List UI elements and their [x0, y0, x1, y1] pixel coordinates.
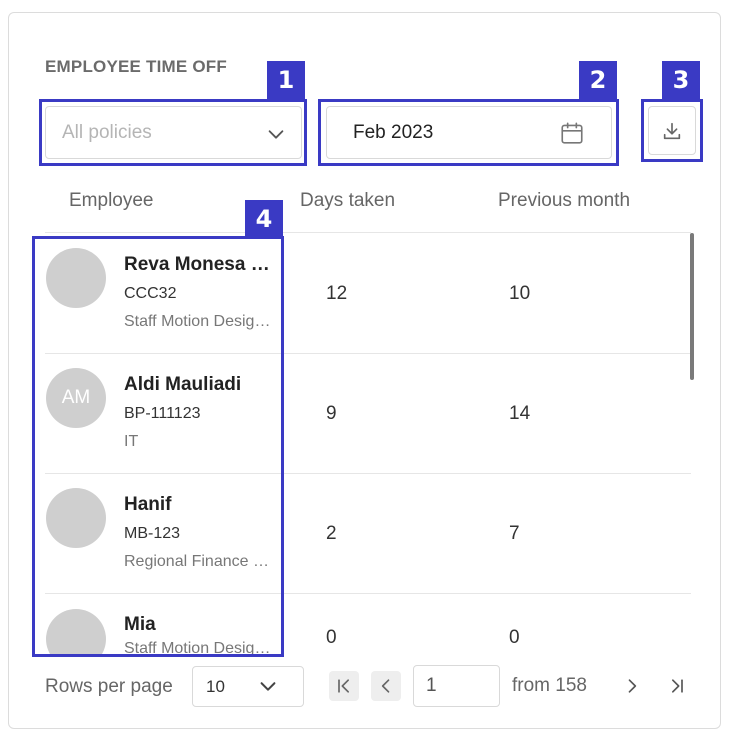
chevron-right-icon [628, 679, 637, 693]
annotation-badge-3: 3 [662, 61, 700, 99]
employee-department: IT [124, 433, 139, 450]
column-header-employee: Employee [69, 190, 154, 211]
table-header: Employee Days taken Previous month [45, 185, 691, 233]
table-row[interactable]: Mia Staff Motion Designer 0 0 [45, 594, 691, 655]
table-scrollbar[interactable] [690, 233, 694, 380]
chevron-left-icon [381, 679, 390, 693]
table-row[interactable]: Hanif MB-123 Regional Finance Manager 2 … [45, 473, 691, 594]
download-icon [663, 122, 681, 139]
employee-name: Reva Monesa Putri [124, 254, 274, 275]
total-pages-label: from 158 [512, 675, 587, 696]
avatar [46, 609, 106, 655]
annotation-badge-2: 2 [579, 61, 617, 99]
previous-month: 0 [509, 627, 520, 648]
rows-per-page-label: Rows per page [45, 676, 173, 697]
first-page-button[interactable] [329, 671, 359, 701]
employee-department: Staff Motion Designer [124, 313, 274, 330]
column-header-days-taken: Days taken [300, 190, 396, 211]
month-picker-value: Feb 2023 [353, 121, 434, 143]
avatar [46, 488, 106, 548]
days-taken: 12 [326, 283, 348, 304]
month-picker[interactable]: Feb 2023 [326, 106, 612, 159]
rows-per-page-value: 10 [206, 676, 225, 696]
prev-page-button[interactable] [371, 671, 401, 701]
export-button[interactable] [648, 106, 696, 155]
last-page-button[interactable] [662, 671, 692, 701]
employee-name: Mia [124, 614, 156, 635]
employee-code: BP-111123 [124, 405, 201, 422]
employee-department: Staff Motion Designer [124, 640, 274, 655]
policy-select[interactable]: All policies [45, 106, 302, 159]
page-number-input[interactable] [413, 665, 500, 707]
days-taken: 0 [326, 627, 337, 648]
first-page-icon [338, 679, 349, 693]
previous-month: 7 [509, 523, 520, 544]
days-taken: 2 [326, 523, 337, 544]
table-row[interactable]: Reva Monesa Putri CCC32 Staff Motion Des… [45, 233, 691, 354]
employee-name: Hanif [124, 494, 172, 515]
previous-month: 14 [509, 403, 531, 424]
table-body: Reva Monesa Putri CCC32 Staff Motion Des… [45, 233, 691, 655]
last-page-icon [672, 679, 683, 693]
avatar: AM [46, 368, 106, 428]
annotation-badge-1: 1 [267, 61, 305, 99]
next-page-button[interactable] [617, 671, 647, 701]
avatar [46, 248, 106, 308]
employee-code: MB-123 [124, 525, 181, 542]
chevron-down-icon [268, 130, 284, 139]
calendar-icon [561, 122, 583, 144]
policy-select-placeholder: All policies [62, 121, 152, 143]
table-row[interactable]: AM Aldi Mauliadi BP-111123 IT 9 14 [45, 353, 691, 474]
employee-name: Aldi Mauliadi [124, 374, 242, 395]
employee-department: Regional Finance Manager [124, 553, 274, 570]
days-taken: 9 [326, 403, 337, 424]
column-header-previous-month: Previous month [498, 190, 631, 211]
rows-per-page-select[interactable]: 10 [192, 666, 304, 707]
employee-code: CCC32 [124, 285, 177, 302]
section-title: EMPLOYEE TIME OFF [45, 57, 227, 76]
annotation-badge-4: 4 [245, 200, 283, 238]
previous-month: 10 [509, 283, 531, 304]
chevron-down-icon [260, 682, 276, 691]
